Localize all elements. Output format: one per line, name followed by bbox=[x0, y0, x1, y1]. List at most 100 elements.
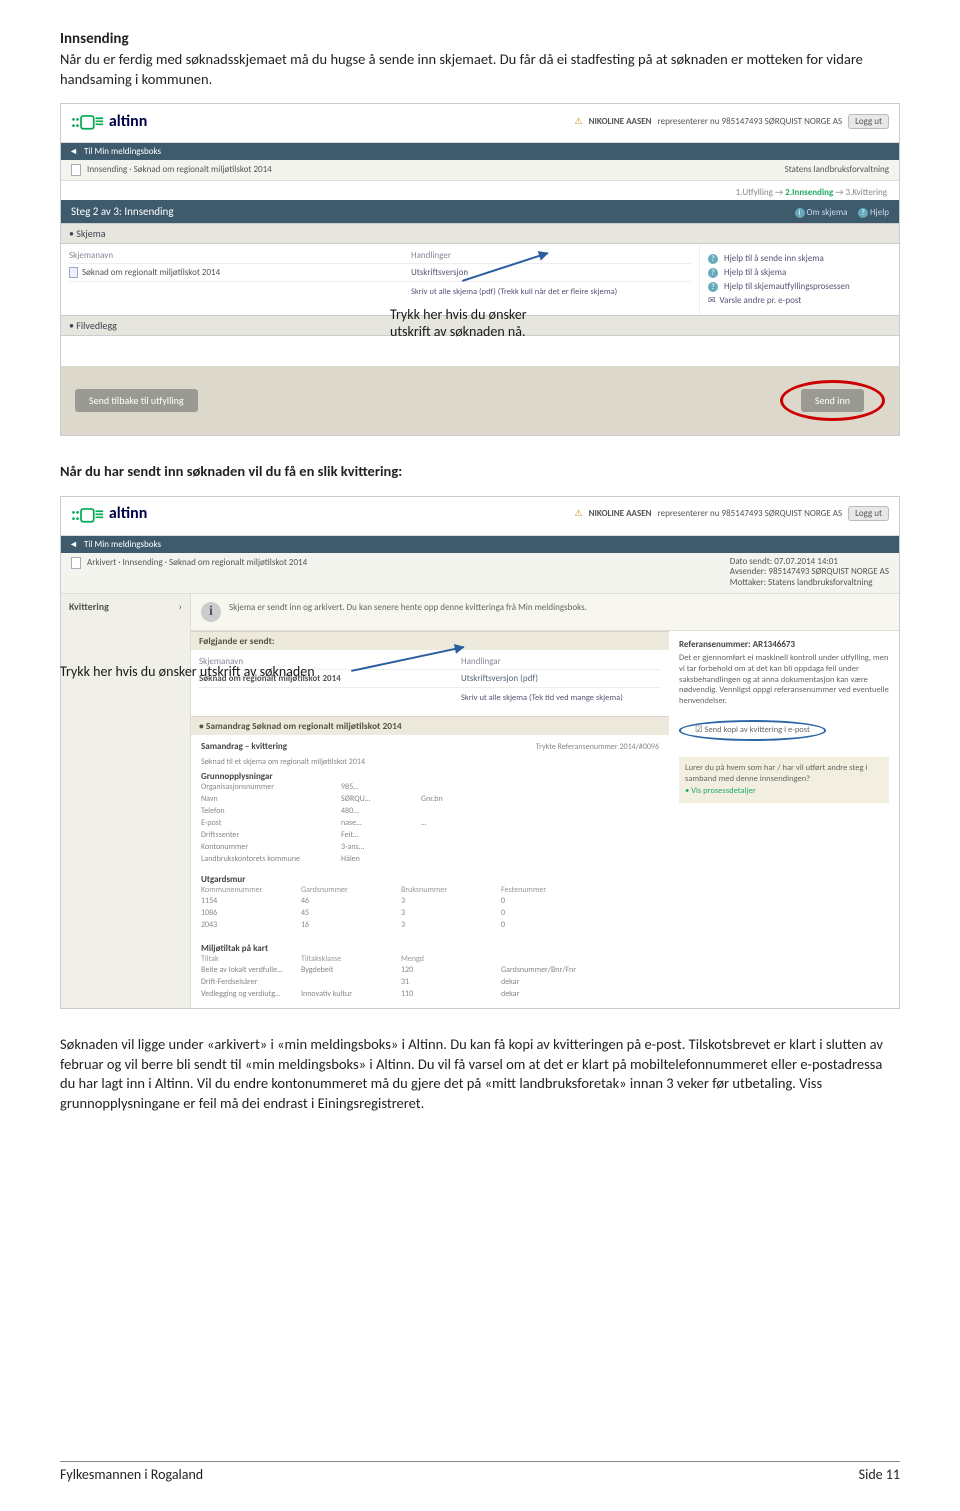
reference-body: Det er gjennomført ei maskinell kontroll… bbox=[679, 653, 889, 706]
help-icon: ? bbox=[708, 282, 718, 292]
g-v: SØRQU… bbox=[341, 794, 421, 804]
meta-block: Dato sendt: 07.07.2014 14:01 Avsender: 9… bbox=[730, 557, 889, 589]
schema-note-row: Skriv ut alle skjema (pdf) (Trekk kull n… bbox=[69, 281, 691, 306]
nav-back-bar[interactable]: ◄ Til Min meldingsboks bbox=[61, 143, 899, 160]
step-title: Steg 2 av 3: Innsending bbox=[71, 205, 174, 218]
grunn-heading: Grunnopplysningar bbox=[201, 771, 659, 782]
footer-left: Fylkesmannen i Rogaland bbox=[60, 1466, 203, 1483]
ut-row: 10864530 bbox=[201, 907, 659, 919]
print-version-link[interactable]: Utskriftsversjon bbox=[411, 267, 691, 278]
step-arrow-icon: → bbox=[835, 187, 843, 198]
step-3: 3.Kvittering bbox=[846, 187, 887, 198]
help-send-link[interactable]: ?Hjelp til å sende inn skjema bbox=[708, 253, 891, 264]
g-e bbox=[421, 830, 481, 840]
miljo-table: Miljøtiltak på kart Tiltak Tiltaksklasse… bbox=[191, 939, 669, 1008]
user-represents: representerer nu 985147493 SØRQUIST NORG… bbox=[658, 116, 843, 127]
send-in-button[interactable]: Send inn bbox=[801, 389, 864, 412]
step-arrow-icon: → bbox=[775, 187, 783, 198]
footer-right: Side 11 bbox=[859, 1466, 900, 1483]
nav-back-label: Til Min meldingsboks bbox=[84, 539, 161, 550]
utgard-table: Utgardsmur Kommunenummer Gardsnummer Bru… bbox=[191, 870, 669, 939]
g-e: Gnr.bn bbox=[421, 794, 481, 804]
document-icon bbox=[71, 557, 81, 569]
red-circle-annotation: Send inn bbox=[780, 380, 885, 421]
annotation-print: Trykk her hvis du ønsker utskrift av søk… bbox=[60, 664, 315, 681]
help-schema-link[interactable]: ?Hjelp til å skjema bbox=[708, 267, 891, 278]
g-k: Organisasjonsnummer bbox=[201, 782, 341, 792]
summary-header[interactable]: • Samandrag Søknad om regionalt miljøtil… bbox=[191, 716, 669, 735]
mil-row: Beite av lokalt verdfulle…Bygdebeit120Ga… bbox=[201, 964, 659, 976]
print-all-link[interactable]: Skriv ut alle skjema (pdf) (Trekk kull n… bbox=[411, 285, 691, 303]
mil-h: Tiltak bbox=[201, 954, 301, 964]
mail-icon: ✉ bbox=[708, 295, 716, 306]
step-1: 1.Utfylling bbox=[736, 187, 773, 198]
help-icon: ? bbox=[708, 254, 718, 264]
print-pdf-link[interactable]: Utskriftsversjon (pdf) bbox=[461, 673, 661, 684]
section-skjema-header[interactable]: • Skjema bbox=[61, 223, 899, 244]
g-v: 985… bbox=[341, 782, 421, 792]
logo-glyph-icon: ::▢≡ bbox=[71, 503, 103, 525]
g-v: Hålen bbox=[341, 854, 421, 864]
kvittering-layout: Kvittering › i Skjema er sendt inn og ar… bbox=[61, 594, 899, 1008]
help-process-link[interactable]: ?Hjelp til skjemautfyllingsprosessen bbox=[708, 281, 891, 292]
sent-note-row: Skriv ut alle skjema (Tek tid ved mange … bbox=[199, 687, 661, 712]
info-icon: i bbox=[201, 602, 221, 622]
breadcrumb-left: Innsending · Søknad om regionalt miljøti… bbox=[71, 164, 272, 176]
notify-others-link[interactable]: ✉Varsle andre pr. e-post bbox=[708, 295, 891, 306]
back-to-fill-button[interactable]: Send tilbake til utfylling bbox=[75, 389, 198, 412]
document-icon bbox=[69, 267, 78, 278]
grunn-grid: Organisasjonsnummer985… NavnSØRQU…Gnr.bn… bbox=[201, 782, 659, 864]
nav-back-label: Til Min meldingsboks bbox=[84, 146, 161, 157]
ut-h: Kommunenummer bbox=[201, 885, 301, 895]
th-name: Skjemanavn bbox=[69, 250, 411, 261]
kvittering-tab[interactable]: Kvittering bbox=[69, 600, 109, 613]
user-name: NIKOLINE AASEN bbox=[589, 116, 652, 127]
topbar: ::▢≡ altinn ⚠ NIKOLINE AASEN representer… bbox=[61, 497, 899, 536]
breadcrumb-row: Innsending · Søknad om regionalt miljøti… bbox=[61, 160, 899, 181]
g-k: Kontonummer bbox=[201, 842, 341, 852]
help-icon: ? bbox=[708, 268, 718, 278]
nav-back-bar[interactable]: ◄ Til Min meldingsboks bbox=[61, 536, 899, 553]
schema-name: Søknad om regionalt miljøtilskot 2014 bbox=[82, 267, 220, 278]
g-k: Telefon bbox=[201, 806, 341, 816]
checkbox-icon: ☑ bbox=[695, 725, 703, 735]
breadcrumb-left: Arkivert · Innsending · Søknad om region… bbox=[71, 557, 307, 589]
g-e: … bbox=[421, 818, 481, 828]
print-all-link[interactable]: Skriv ut alle skjema (Tek tid ved mange … bbox=[461, 691, 661, 709]
logout-button[interactable]: Logg ut bbox=[848, 114, 889, 129]
warning-icon: ⚠ bbox=[575, 116, 583, 127]
help-icon: ? bbox=[858, 208, 868, 218]
intro-paragraph: Når du er ferdig med søknadsskjemaet må … bbox=[60, 50, 900, 89]
send-copy-checkbox[interactable]: ☑ Send kopi av kvittering i e-post bbox=[679, 720, 826, 741]
warning-icon: ⚠ bbox=[575, 508, 583, 519]
kvittering-body: i Skjema er sendt inn og arkivert. Du ka… bbox=[191, 594, 899, 1008]
step-help-links: iOm skjema ?Hjelp bbox=[787, 205, 889, 218]
action-bar: Send tilbake til utfylling Send inn bbox=[61, 366, 899, 435]
show-process-link[interactable]: • Vis prosessdetaljer bbox=[685, 786, 883, 797]
sent-header: Følgjande er sendt: bbox=[191, 631, 669, 650]
reference-label: Referansenummer: AR1346673 bbox=[679, 639, 889, 650]
g-e bbox=[421, 854, 481, 864]
userbar: ⚠ NIKOLINE AASEN representerer nu 985147… bbox=[575, 114, 889, 129]
screenshot-2: ::▢≡ altinn ⚠ NIKOLINE AASEN representer… bbox=[60, 496, 900, 1009]
help-link[interactable]: ?Hjelp bbox=[858, 207, 889, 218]
step-indicator: 1.Utfylling → 2.Innsending → 3.Kvitterin… bbox=[61, 181, 899, 200]
mil-h bbox=[501, 954, 601, 964]
right-body: Referansenummer: AR1346673 Det er gjenno… bbox=[669, 631, 899, 1008]
logout-button[interactable]: Logg ut bbox=[848, 506, 889, 521]
main-column: Skjemanavn Handlinger Søknad om regional… bbox=[61, 244, 699, 315]
annotation-print-now: Trykk her hvis du ønsker utskrift av søk… bbox=[390, 307, 550, 341]
step-2-current: 2.Innsending bbox=[785, 187, 833, 198]
schema-row: Søknad om regionalt miljøtilskot 2014 Ut… bbox=[69, 263, 691, 281]
ut-header: Kommunenummer Gardsnummer Bruksnummer Fe… bbox=[201, 885, 659, 895]
g-e bbox=[421, 842, 481, 852]
two-column-body: Følgjande er sendt: Skjemanavn Handlinga… bbox=[191, 631, 899, 1008]
user-name: NIKOLINE AASEN bbox=[589, 508, 652, 519]
info-box: i Skjema er sendt inn og arkivert. Du ka… bbox=[191, 594, 899, 631]
meta-date: Dato sendt: 07.07.2014 14:01 bbox=[730, 556, 838, 567]
breadcrumb-text: Arkivert · Innsending · Søknad om region… bbox=[87, 557, 307, 568]
info-icon: i bbox=[795, 208, 805, 218]
about-schema-link[interactable]: iOm skjema bbox=[795, 207, 848, 218]
chevron-left-icon: ◄ bbox=[69, 539, 78, 550]
g-k: Navn bbox=[201, 794, 341, 804]
